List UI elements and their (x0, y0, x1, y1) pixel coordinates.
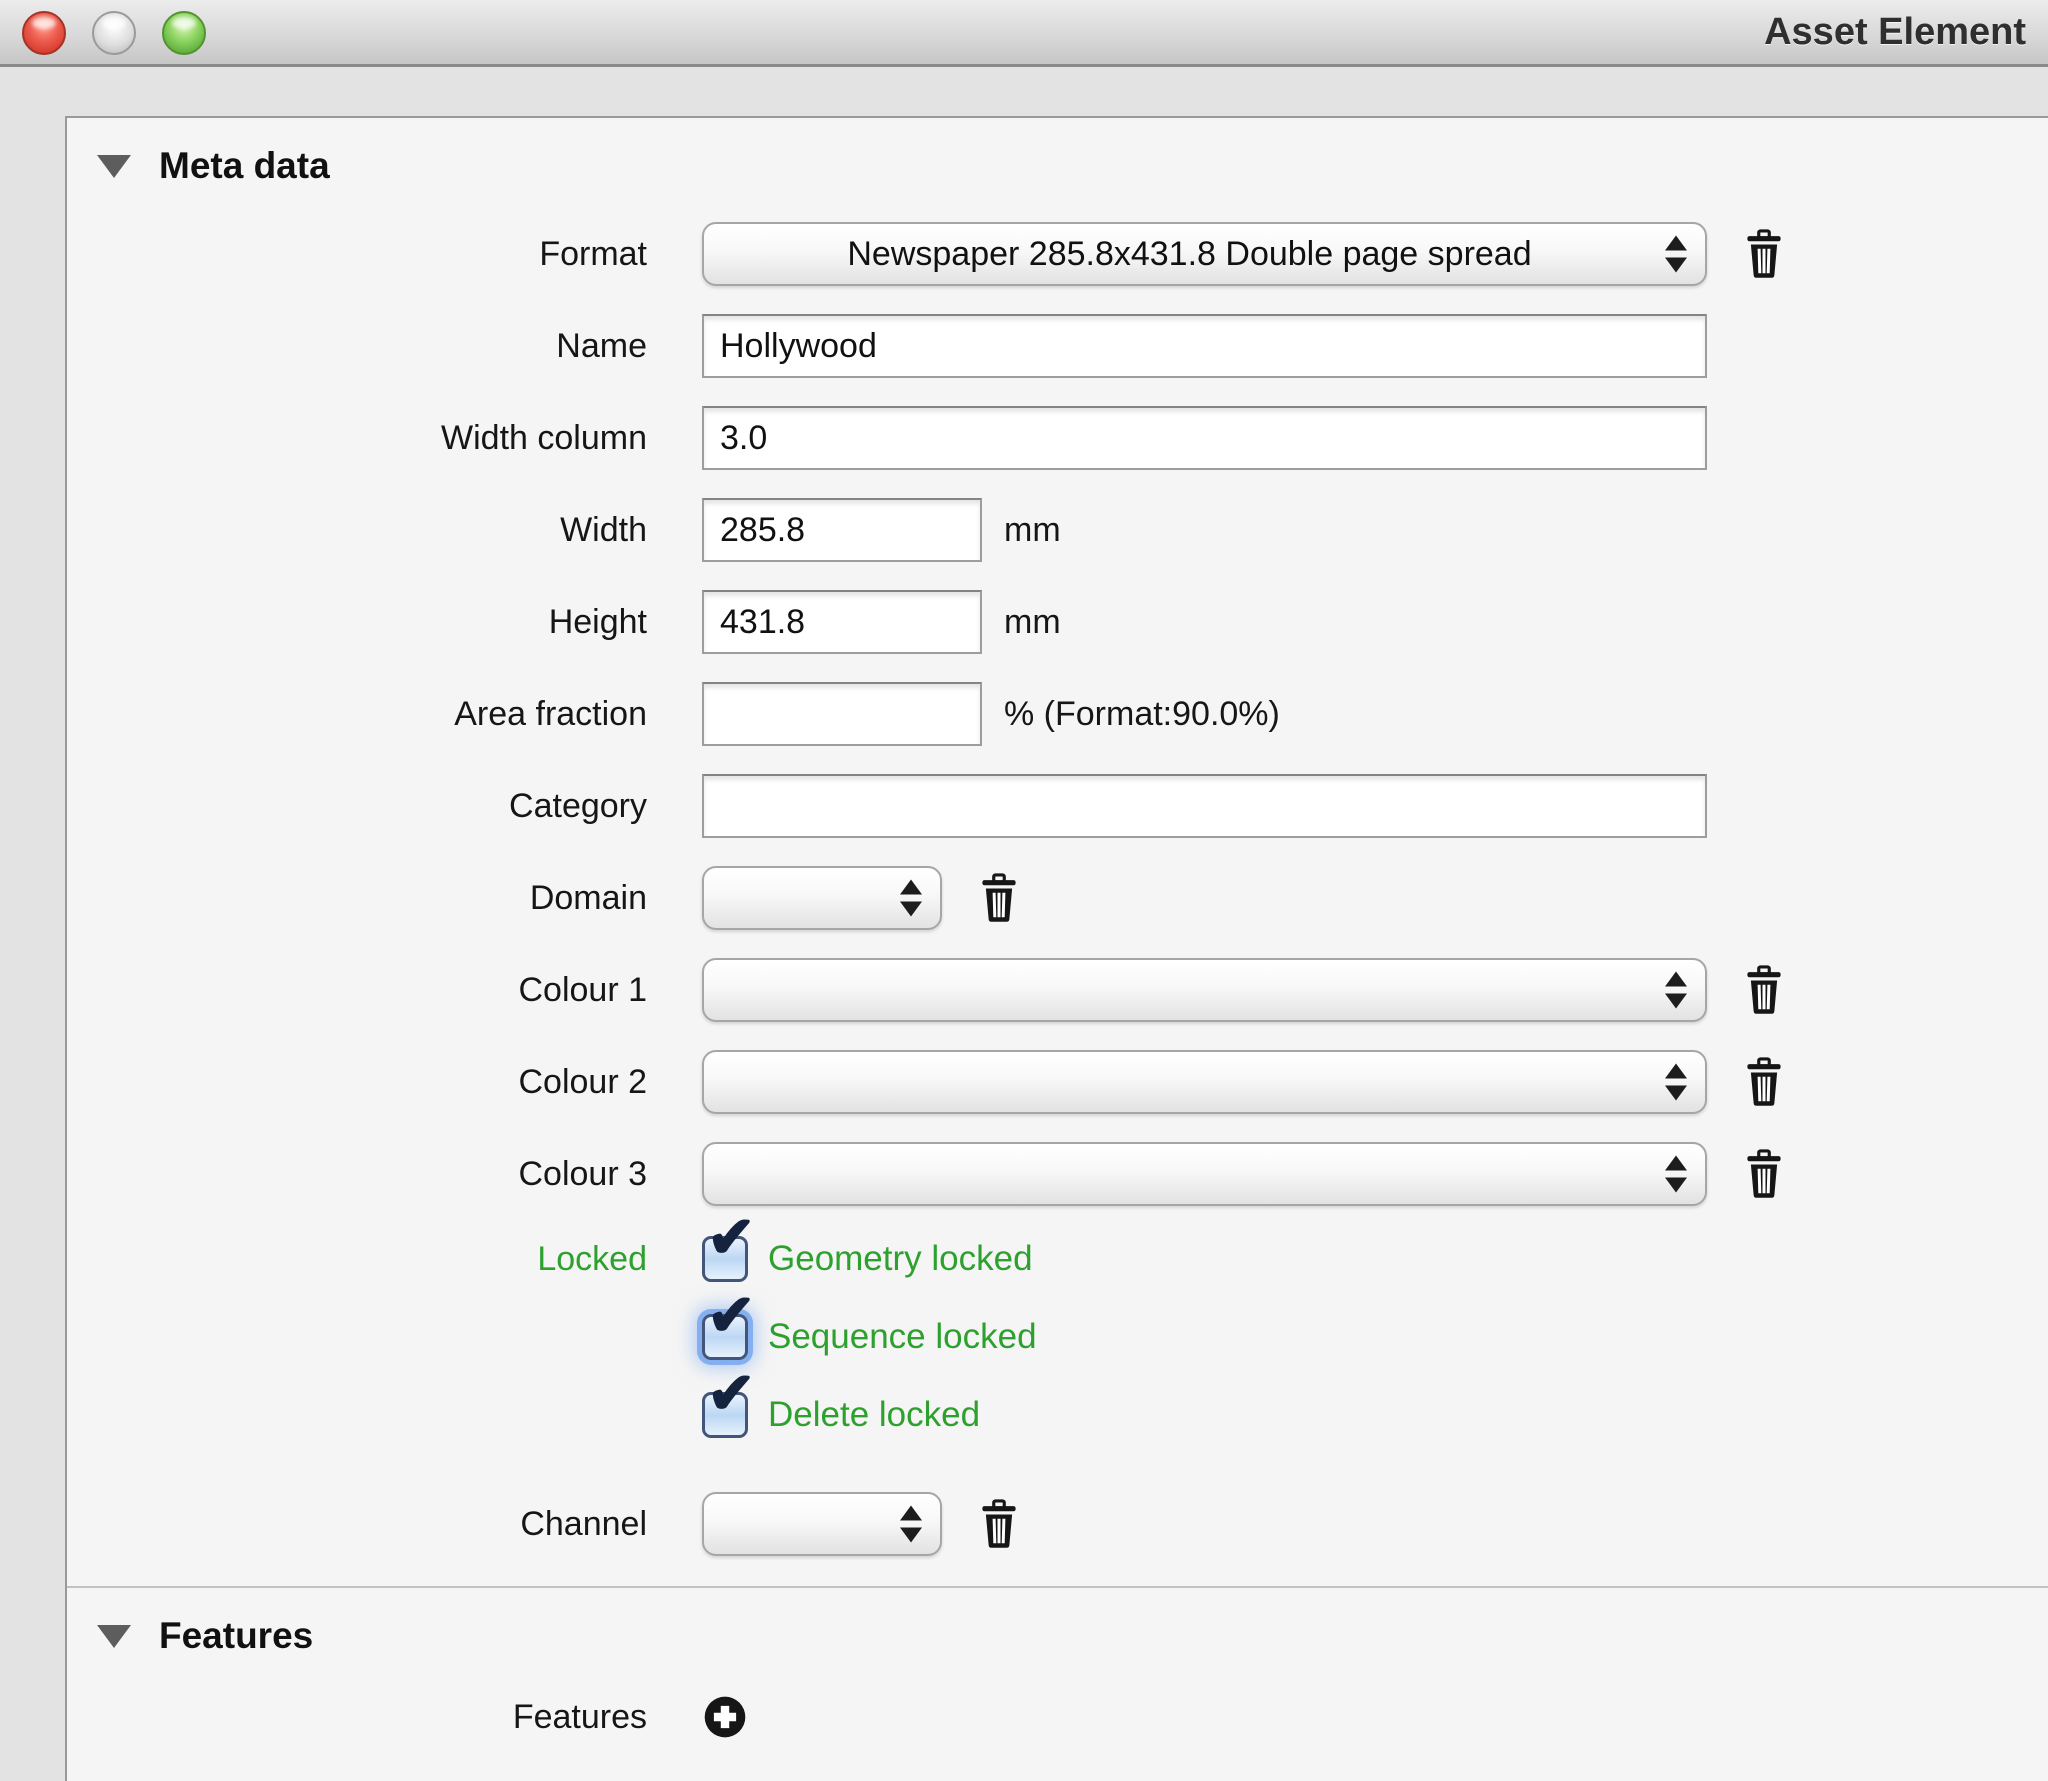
disclosure-triangle-icon[interactable] (97, 155, 131, 178)
locked-row: Locked ✔ Geometry locked ✔ Sequence lock… (67, 1234, 2048, 1468)
area-fraction-input[interactable] (702, 682, 982, 746)
trash-icon[interactable] (1743, 965, 1785, 1015)
height-label: Height (67, 603, 702, 642)
format-label: Format (67, 235, 702, 274)
format-dropdown[interactable]: Newspaper 285.8x431.8 Double page spread (702, 222, 1707, 286)
name-input[interactable] (702, 314, 1707, 378)
width-row: Width mm (67, 498, 2048, 562)
colour3-dropdown[interactable] (702, 1142, 1707, 1206)
stepper-arrows-icon (1665, 236, 1687, 273)
trash-icon[interactable] (1743, 1057, 1785, 1107)
colour1-dropdown[interactable] (702, 958, 1707, 1022)
area-fraction-suffix: % (Format:90.0%) (1004, 695, 1280, 734)
colour1-row: Colour 1 (67, 958, 2048, 1022)
colour2-row: Colour 2 (67, 1050, 2048, 1114)
colour2-label: Colour 2 (67, 1063, 702, 1102)
zoom-button[interactable] (162, 11, 206, 55)
trash-icon[interactable] (978, 873, 1020, 923)
category-row: Category (67, 774, 2048, 838)
delete-locked-item: ✔ Delete locked (702, 1390, 1037, 1440)
stepper-arrows-icon (1665, 972, 1687, 1009)
colour3-label: Colour 3 (67, 1155, 702, 1194)
geometry-locked-item: ✔ Geometry locked (702, 1234, 1037, 1284)
locked-checkbox-group: ✔ Geometry locked ✔ Sequence locked ✔ De… (702, 1234, 1037, 1468)
colour3-row: Colour 3 (67, 1142, 2048, 1206)
domain-row: Domain (67, 866, 2048, 930)
disclosure-triangle-icon[interactable] (97, 1625, 131, 1648)
checkmark-icon: ✔ (707, 1209, 756, 1267)
meta-data-section-header[interactable]: Meta data (97, 146, 2048, 186)
area-fraction-row: Area fraction % (Format:90.0%) (67, 682, 2048, 746)
trash-icon[interactable] (1743, 229, 1785, 279)
close-button[interactable] (22, 11, 66, 55)
window-titlebar: Asset Element (0, 0, 2048, 67)
minimize-button[interactable] (92, 11, 136, 55)
width-input[interactable] (702, 498, 982, 562)
window-title: Asset Element (1764, 0, 2026, 64)
width-column-row: Width column (67, 406, 2048, 470)
channel-label: Channel (67, 1505, 702, 1544)
features-section-header[interactable]: Features (97, 1616, 2048, 1656)
features-label: Features (67, 1698, 702, 1737)
sequence-locked-checkbox[interactable]: ✔ (702, 1314, 748, 1360)
category-label: Category (67, 787, 702, 826)
section-title: Meta data (159, 145, 330, 187)
trash-icon[interactable] (978, 1499, 1020, 1549)
width-column-input[interactable] (702, 406, 1707, 470)
stepper-arrows-icon (900, 880, 922, 917)
locked-label: Locked (67, 1234, 702, 1279)
width-unit: mm (1004, 511, 1061, 550)
name-row: Name (67, 314, 2048, 378)
features-row: Features (67, 1692, 2048, 1742)
stepper-arrows-icon (1665, 1156, 1687, 1193)
add-feature-button[interactable] (702, 1694, 748, 1740)
name-label: Name (67, 327, 702, 366)
asset-element-panel: Meta data Format Newspaper 285.8x431.8 D… (65, 116, 2048, 1781)
colour2-dropdown[interactable] (702, 1050, 1707, 1114)
plus-circle-icon (702, 1694, 748, 1740)
width-label: Width (67, 511, 702, 550)
domain-label: Domain (67, 879, 702, 918)
stepper-arrows-icon (900, 1506, 922, 1543)
section-title: Features (159, 1615, 313, 1657)
format-row: Format Newspaper 285.8x431.8 Double page… (67, 222, 2048, 286)
colour1-label: Colour 1 (67, 971, 702, 1010)
width-column-label: Width column (67, 419, 702, 458)
delete-locked-checkbox[interactable]: ✔ (702, 1392, 748, 1438)
checkmark-icon: ✔ (707, 1365, 756, 1423)
trash-icon[interactable] (1743, 1149, 1785, 1199)
section-divider (67, 1586, 2048, 1588)
height-unit: mm (1004, 603, 1061, 642)
geometry-locked-checkbox[interactable]: ✔ (702, 1236, 748, 1282)
height-input[interactable] (702, 590, 982, 654)
sequence-locked-label: Sequence locked (768, 1317, 1037, 1357)
sequence-locked-item: ✔ Sequence locked (702, 1312, 1037, 1362)
height-row: Height mm (67, 590, 2048, 654)
checkmark-icon: ✔ (707, 1287, 756, 1345)
category-input[interactable] (702, 774, 1707, 838)
geometry-locked-label: Geometry locked (768, 1239, 1033, 1279)
format-value: Newspaper 285.8x431.8 Double page spread (704, 235, 1705, 274)
channel-row: Channel (67, 1492, 2048, 1556)
area-fraction-label: Area fraction (67, 695, 702, 734)
stepper-arrows-icon (1665, 1064, 1687, 1101)
channel-dropdown[interactable] (702, 1492, 942, 1556)
delete-locked-label: Delete locked (768, 1395, 980, 1435)
domain-dropdown[interactable] (702, 866, 942, 930)
